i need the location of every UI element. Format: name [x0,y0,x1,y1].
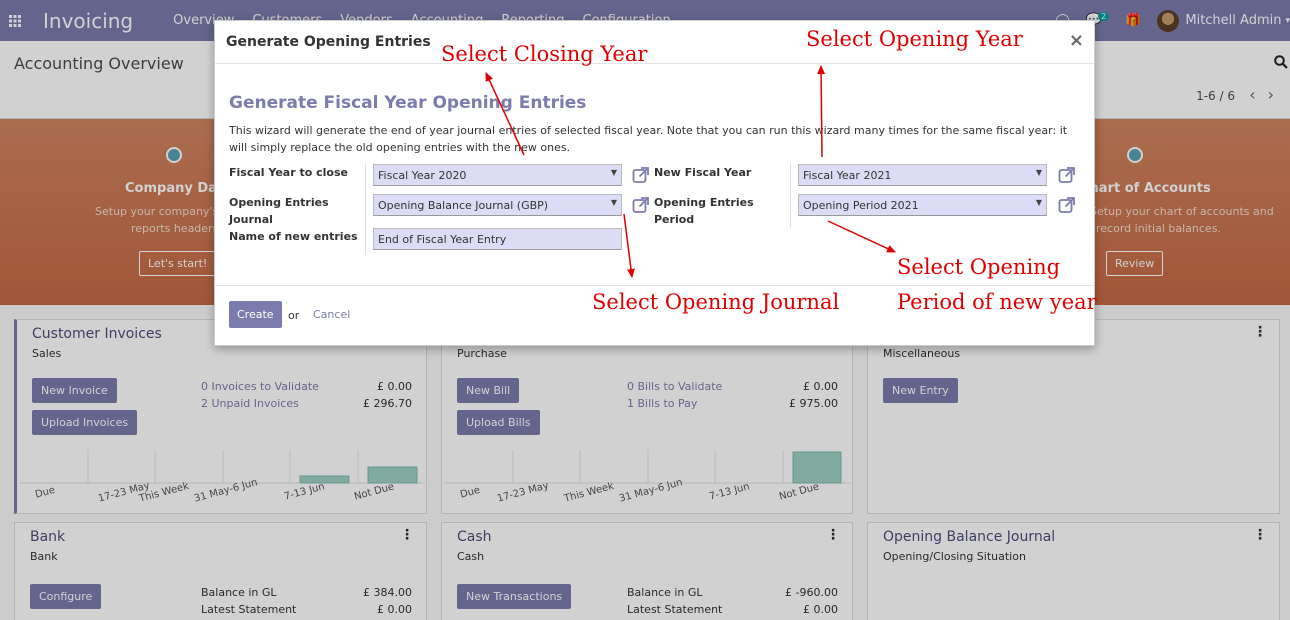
field-separator [365,163,366,255]
name-new-entries-value: End of Fiscal Year Entry [378,233,507,246]
new-fiscal-year-label: New Fiscal Year [654,166,752,179]
annotation-opening-period-line2: Period of new year [897,290,1097,314]
annotation-opening-year: Select Opening Year [806,27,1023,51]
name-new-entries-input[interactable]: End of Fiscal Year Entry [373,228,622,250]
caret-down-icon[interactable]: ▼ [611,198,617,207]
opening-period-value: Opening Period 2021 [803,199,919,212]
fiscal-year-close-select[interactable]: Fiscal Year 2020 ▼ [373,164,622,186]
name-new-entries-label: Name of new entries [229,230,358,243]
external-link-icon[interactable] [1058,196,1076,214]
opening-journal-value: Opening Balance Journal (GBP) [378,199,549,212]
opening-journal-label-line: Opening Entries [229,196,329,209]
modal-title: Generate Opening Entries [226,34,431,50]
fiscal-year-close-value: Fiscal Year 2020 [378,169,467,182]
field-separator [790,163,791,227]
opening-journal-label: Opening Entries Journal [229,194,329,228]
external-link-icon[interactable] [1058,166,1076,184]
wizard-description: This wizard will generate the end of yea… [229,124,1068,154]
opening-period-label-line: Opening Entries [654,196,754,209]
opening-period-label: Opening Entries Period [654,194,754,228]
annotation-opening-period-line1: Select Opening [897,255,1061,279]
annotation-closing-year: Select Closing Year [441,42,648,66]
opening-period-label-line: Period [654,213,695,226]
close-icon[interactable]: × [1069,30,1084,51]
wizard-title: Generate Fiscal Year Opening Entries [229,93,587,113]
new-fiscal-year-select[interactable]: Fiscal Year 2021 ▼ [798,164,1047,186]
opening-journal-select[interactable]: Opening Balance Journal (GBP) ▼ [373,194,622,216]
new-fiscal-year-value: Fiscal Year 2021 [803,169,892,182]
annotation-opening-journal: Select Opening Journal [592,290,840,314]
create-button[interactable]: Create [229,301,282,328]
or-text: or [288,309,300,322]
opening-period-select[interactable]: Opening Period 2021 ▼ [798,194,1047,216]
caret-down-icon[interactable]: ▼ [1036,198,1042,207]
external-link-icon[interactable] [632,196,650,214]
external-link-icon[interactable] [632,166,650,184]
opening-journal-label-line: Journal [229,213,273,226]
fiscal-year-close-label: Fiscal Year to close [229,166,348,179]
caret-down-icon[interactable]: ▼ [611,168,617,177]
caret-down-icon[interactable]: ▼ [1036,168,1042,177]
cancel-link[interactable]: Cancel [313,308,350,321]
